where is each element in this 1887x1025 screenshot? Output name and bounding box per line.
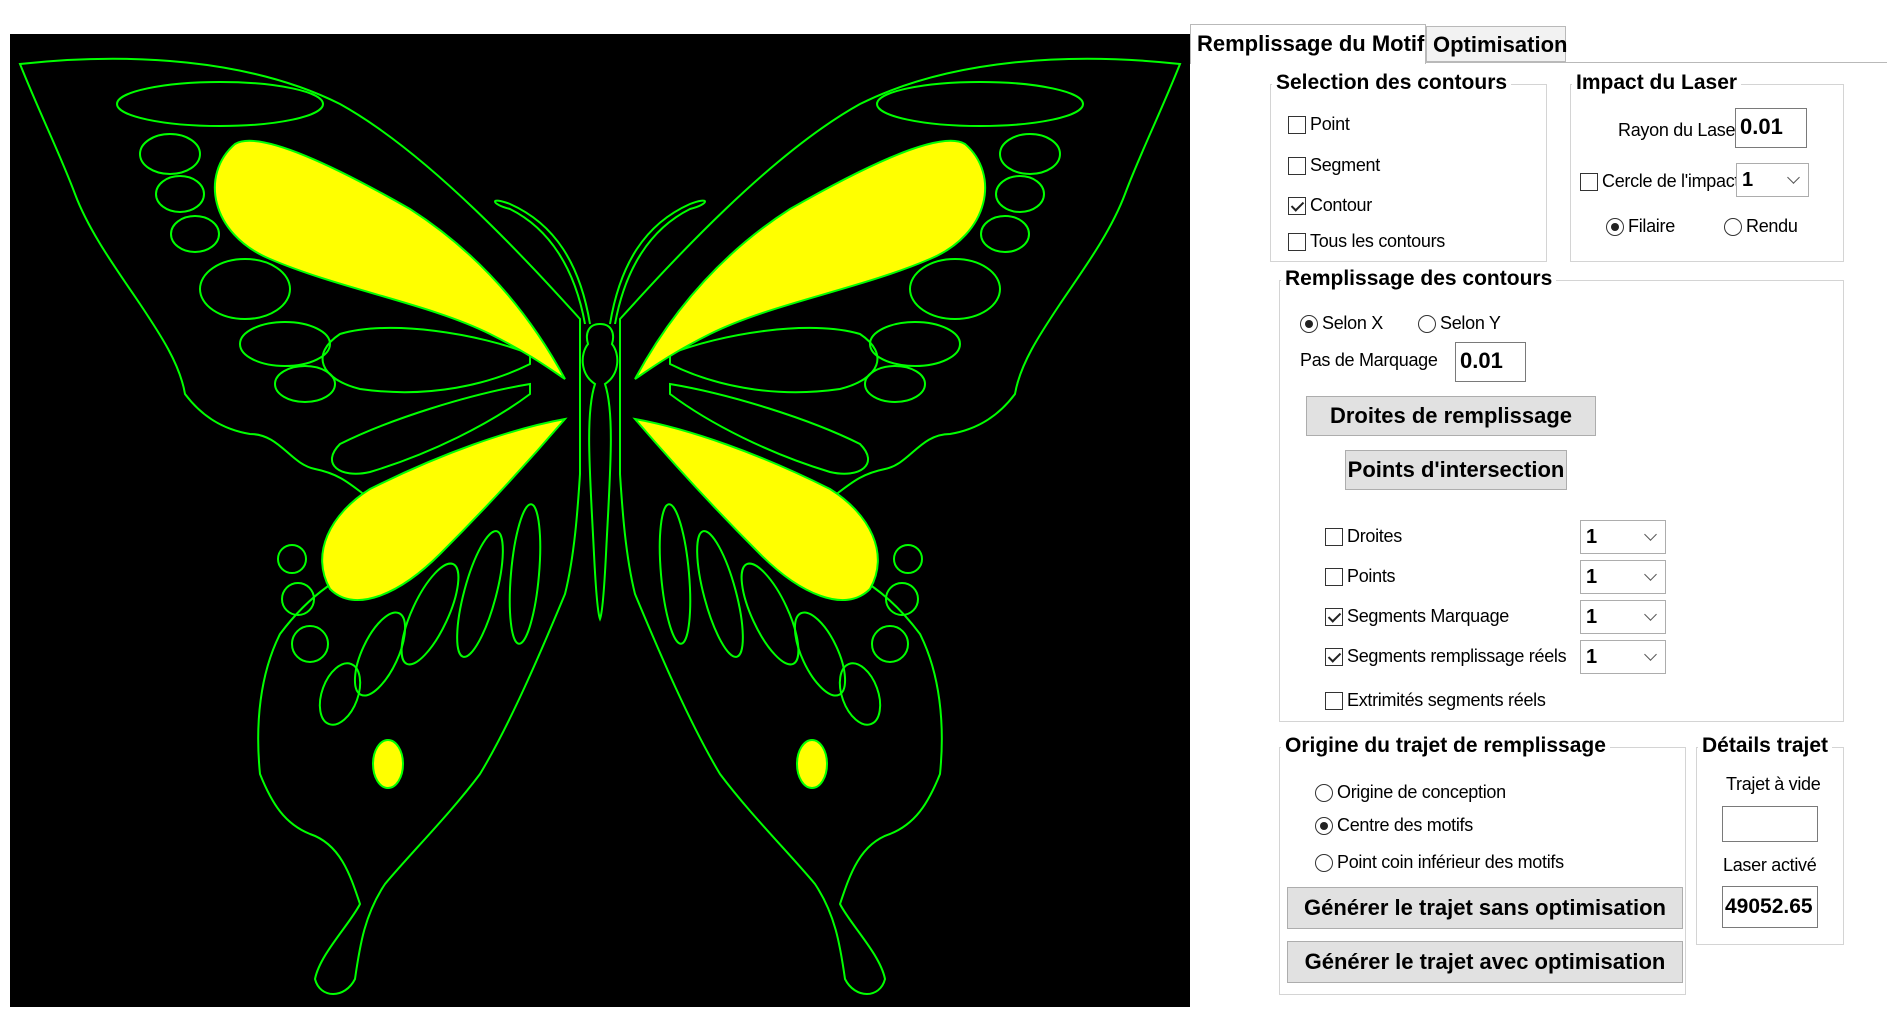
chevron-down-icon xyxy=(1787,171,1800,184)
checkbox-label: Points xyxy=(1347,566,1396,586)
remplissage-title: Remplissage des contours xyxy=(1281,266,1557,292)
generer-avec-optimisation-button[interactable]: Générer le trajet avec optimisation xyxy=(1287,941,1683,983)
radio-label: Rendu xyxy=(1746,216,1798,236)
radio-label: Selon X xyxy=(1322,313,1383,333)
checkbox-cercle-impact[interactable]: Cercle de l'impact xyxy=(1580,171,1739,192)
checkbox-label: Segments remplissage réels xyxy=(1347,646,1567,666)
tab-optimisation[interactable]: Optimisation xyxy=(1426,26,1567,62)
radio-label: Filaire xyxy=(1628,216,1675,236)
checkbox-icon[interactable] xyxy=(1325,527,1343,546)
tab-remplissage-motif[interactable]: Remplissage du Motif xyxy=(1190,24,1426,64)
segments-marquage-select[interactable]: 1 xyxy=(1580,600,1666,634)
radio-label: Selon Y xyxy=(1440,313,1501,333)
checkbox-icon[interactable] xyxy=(1580,172,1598,191)
radio-label: Centre des motifs xyxy=(1337,815,1473,835)
checkbox-segment[interactable]: Segment xyxy=(1288,155,1380,176)
details-title: Détails trajet xyxy=(1698,733,1833,759)
trajet-vide-label: Trajet à vide xyxy=(1726,774,1821,794)
points-intersection-button[interactable]: Points d'intersection xyxy=(1345,450,1567,490)
chevron-down-icon xyxy=(1644,528,1657,541)
generer-sans-optimisation-button[interactable]: Générer le trajet sans optimisation xyxy=(1287,887,1683,929)
checkbox-contour[interactable]: Contour xyxy=(1288,195,1372,216)
butterfly-drawing xyxy=(19,57,1181,996)
radio-selon-x[interactable]: Selon X xyxy=(1300,313,1383,334)
radio-centre-motifs[interactable]: Centre des motifs xyxy=(1315,815,1473,836)
checkbox-droites[interactable]: Droites xyxy=(1325,526,1402,547)
checkbox-points[interactable]: Points xyxy=(1325,566,1396,587)
checkbox-icon[interactable] xyxy=(1288,196,1306,215)
checkbox-icon[interactable] xyxy=(1288,156,1306,175)
select-value: 1 xyxy=(1742,168,1754,191)
radio-label: Point coin inférieur des motifs xyxy=(1337,852,1564,872)
selection-title: Selection des contours xyxy=(1272,70,1512,96)
cercle-select[interactable]: 1 xyxy=(1736,163,1809,197)
radio-icon[interactable] xyxy=(1724,217,1742,236)
segments-reels-select[interactable]: 1 xyxy=(1580,640,1666,674)
checkbox-icon[interactable] xyxy=(1288,115,1306,134)
checkbox-tous-contours[interactable]: Tous les contours xyxy=(1288,231,1445,252)
checkbox-label: Point xyxy=(1310,114,1350,134)
radio-icon[interactable] xyxy=(1315,783,1333,802)
droites-select[interactable]: 1 xyxy=(1580,520,1666,554)
checkbox-label: Tous les contours xyxy=(1310,231,1445,251)
pas-input[interactable]: 0.01 xyxy=(1455,342,1526,382)
radio-selon-y[interactable]: Selon Y xyxy=(1418,313,1501,334)
radio-point-coin[interactable]: Point coin inférieur des motifs xyxy=(1315,852,1564,873)
checkbox-icon[interactable] xyxy=(1288,232,1306,251)
laser-active-label: Laser activé xyxy=(1723,855,1817,875)
radio-icon[interactable] xyxy=(1315,816,1333,835)
points-select[interactable]: 1 xyxy=(1580,560,1666,594)
chevron-down-icon xyxy=(1644,648,1657,661)
rayon-input[interactable]: 0.01 xyxy=(1735,108,1807,148)
radio-rendu[interactable]: Rendu xyxy=(1724,216,1798,237)
chevron-down-icon xyxy=(1644,608,1657,621)
radio-label: Origine de conception xyxy=(1337,782,1506,802)
checkbox-extremites[interactable]: Extrimités segments réels xyxy=(1325,690,1546,711)
chevron-down-icon xyxy=(1644,568,1657,581)
checkbox-point[interactable]: Point xyxy=(1288,114,1350,135)
impact-title: Impact du Laser xyxy=(1572,70,1742,96)
radio-filaire[interactable]: Filaire xyxy=(1606,216,1675,237)
trajet-vide-input[interactable] xyxy=(1722,806,1818,842)
checkbox-label: Cercle de l'impact xyxy=(1602,171,1740,191)
laser-active-input[interactable]: 49052.65 xyxy=(1722,886,1818,928)
checkbox-label: Extrimités segments réels xyxy=(1347,690,1546,710)
rayon-label: Rayon du Laser xyxy=(1618,120,1741,140)
checkbox-icon[interactable] xyxy=(1325,647,1343,666)
checkbox-icon[interactable] xyxy=(1325,567,1343,586)
select-value: 1 xyxy=(1586,645,1598,668)
radio-icon[interactable] xyxy=(1418,314,1436,333)
radio-icon[interactable] xyxy=(1300,314,1318,333)
pas-label: Pas de Marquage xyxy=(1300,350,1438,370)
radio-origine-conception[interactable]: Origine de conception xyxy=(1315,782,1506,803)
butterfly-body xyxy=(581,322,619,622)
checkbox-icon[interactable] xyxy=(1325,607,1343,626)
select-value: 1 xyxy=(1586,605,1598,628)
drawing-canvas[interactable] xyxy=(10,34,1190,1007)
droites-remplissage-button[interactable]: Droites de remplissage xyxy=(1306,396,1596,436)
select-value: 1 xyxy=(1586,565,1598,588)
checkbox-icon[interactable] xyxy=(1325,691,1343,710)
radio-icon[interactable] xyxy=(1315,853,1333,872)
radio-icon[interactable] xyxy=(1606,217,1624,236)
checkbox-label: Segments Marquage xyxy=(1347,606,1509,626)
checkbox-label: Droites xyxy=(1347,526,1402,546)
checkbox-label: Segment xyxy=(1310,155,1380,175)
checkbox-label: Contour xyxy=(1310,195,1372,215)
checkbox-segments-marquage[interactable]: Segments Marquage xyxy=(1325,606,1509,627)
checkbox-segments-reels[interactable]: Segments remplissage réels xyxy=(1325,646,1567,667)
select-value: 1 xyxy=(1586,525,1598,548)
origine-title: Origine du trajet de remplissage xyxy=(1281,733,1610,759)
